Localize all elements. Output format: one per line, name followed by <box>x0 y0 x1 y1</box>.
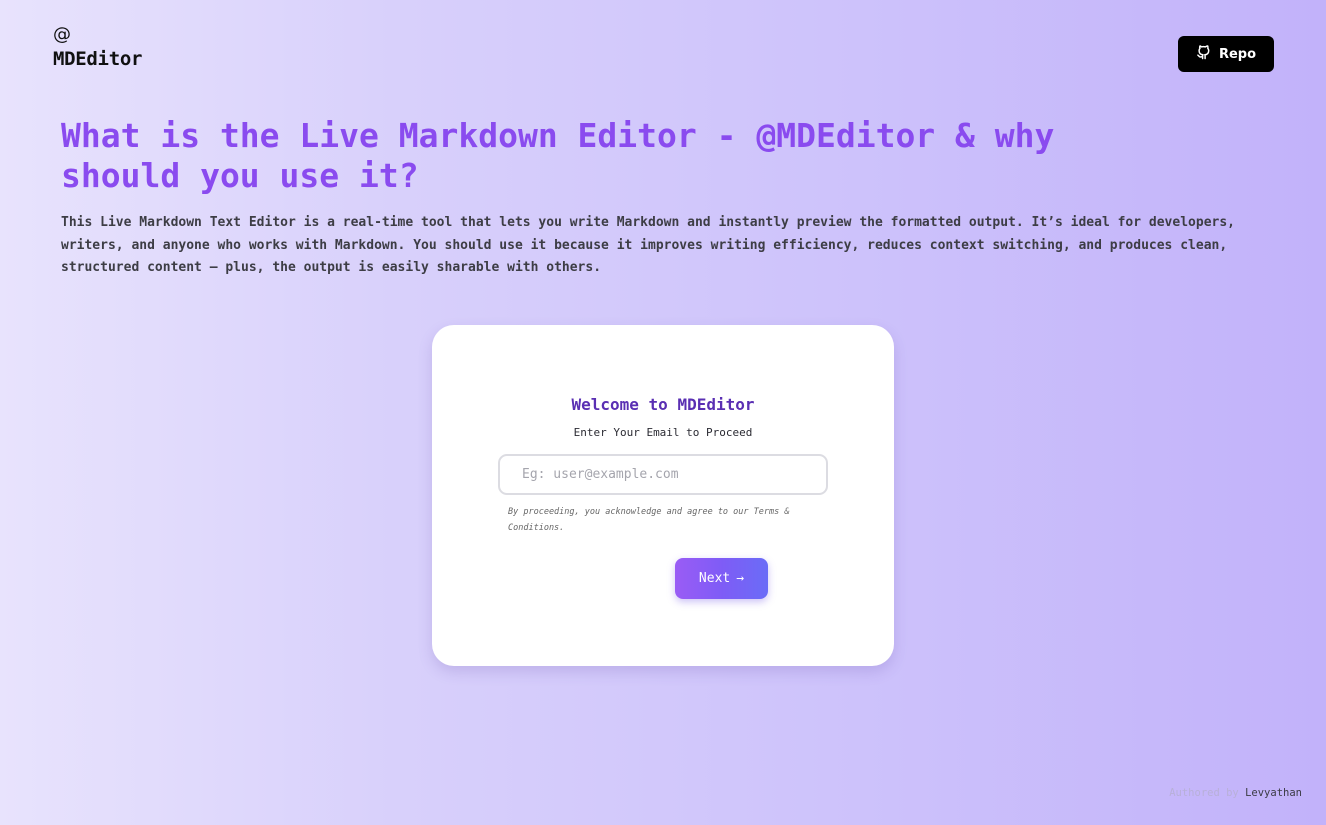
next-button-label: Next <box>698 571 731 586</box>
card-title: Welcome to MDEditor <box>571 395 755 414</box>
repo-button-label: Repo <box>1218 46 1257 62</box>
login-card: Welcome to MDEditor Enter Your Email to … <box>432 325 894 666</box>
hero-description: This Live Markdown Text Editor is a real… <box>61 215 1235 275</box>
repo-button[interactable]: Repo <box>1178 36 1274 72</box>
footer-author[interactable]: Levyathan <box>1245 787 1302 799</box>
logo-text: MDEditor <box>53 48 143 70</box>
arrow-right-icon: → <box>736 571 745 586</box>
github-icon <box>1196 44 1212 64</box>
footer-prefix: Authored by <box>1169 787 1239 799</box>
email-input[interactable] <box>498 454 828 495</box>
terms-text: By proceeding, you acknowledge and agree… <box>508 507 790 533</box>
card-subtitle: Enter Your Email to Proceed <box>573 426 753 439</box>
footer-credit: Authored by Levyathan <box>1169 787 1302 799</box>
hero-title: What is the Live Markdown Editor - @MDEd… <box>61 116 1055 195</box>
logo-at-icon: @ <box>53 24 71 45</box>
app-logo[interactable]: @ MDEditor <box>53 26 142 69</box>
next-button[interactable]: Next → <box>675 558 768 599</box>
